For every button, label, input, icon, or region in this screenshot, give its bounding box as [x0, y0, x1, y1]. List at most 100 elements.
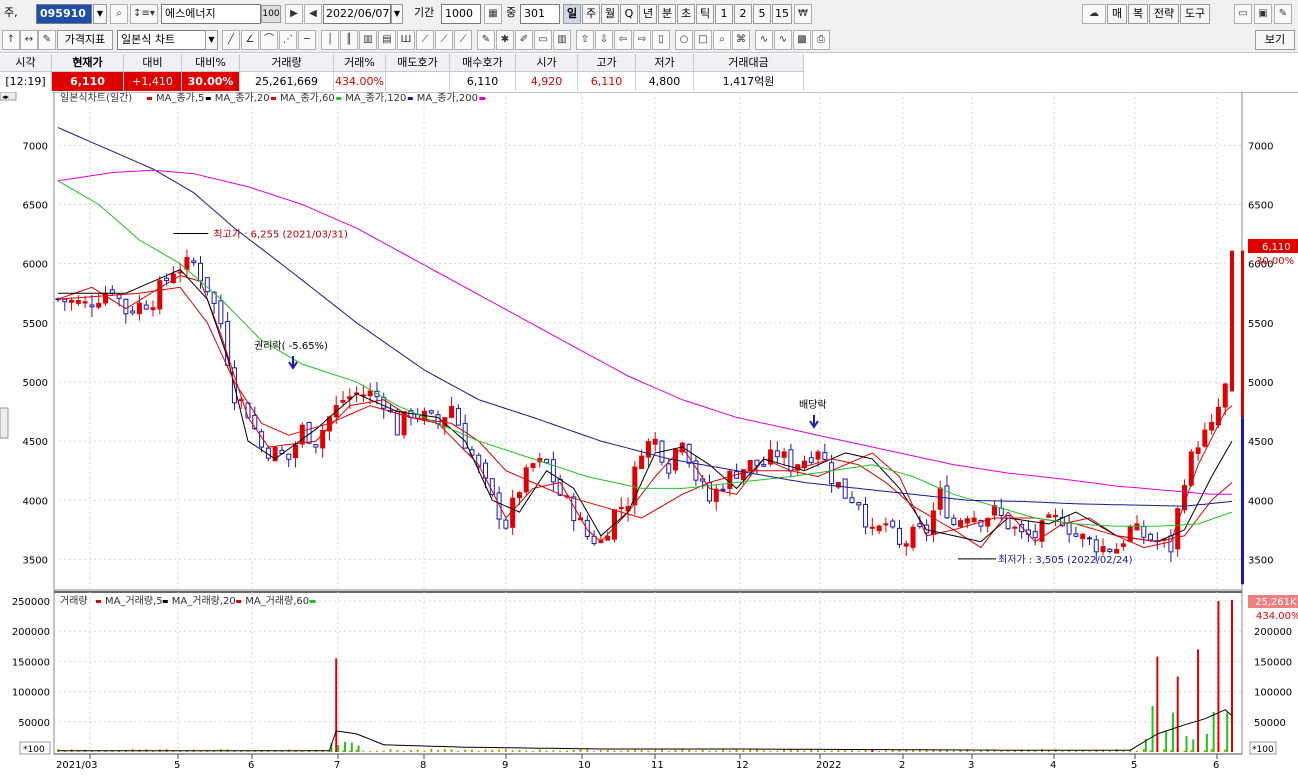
up-arrow-icon[interactable]: ⇧: [576, 30, 594, 50]
folder-icon[interactable]: ▭: [1234, 4, 1252, 24]
crosshair-icon[interactable]: ⌘: [732, 30, 750, 50]
grid-icon[interactable]: ▦: [484, 4, 502, 24]
down-arrow-icon[interactable]: ⇩: [595, 30, 613, 50]
trend2-icon[interactable]: ⟋: [435, 30, 453, 50]
candle-body: [829, 462, 835, 485]
quote-value-0: [12:19]: [0, 72, 52, 91]
period-tab-0[interactable]: 일: [563, 4, 581, 24]
dividend-annotation: 배당락: [799, 399, 827, 411]
volume-bar: [369, 751, 372, 752]
dbl-vline-icon[interactable]: ║: [340, 30, 358, 50]
zoom-icon[interactable]: ⌕: [713, 30, 731, 50]
x-label-5: 9: [502, 760, 508, 771]
angle-icon[interactable]: ∠: [241, 30, 259, 50]
right-arrow-icon[interactable]: ⇨: [633, 30, 651, 50]
stock-name-field[interactable]: 에스에너지: [161, 4, 261, 24]
quote-value-8: 4,920: [516, 72, 578, 91]
period-tab-5[interactable]: 분: [658, 4, 676, 24]
right-button-0[interactable]: 매: [1107, 4, 1127, 24]
volume-bar: [817, 750, 820, 752]
period-tab-7[interactable]: 틱: [696, 4, 714, 24]
volume-tick-left-0: 50000: [18, 718, 50, 729]
chart-type-select[interactable]: 일본식 차트: [117, 30, 207, 50]
vline-icon[interactable]: │: [321, 30, 339, 50]
fib-h-icon[interactable]: ▤: [378, 30, 396, 50]
period-tab-4[interactable]: 년: [639, 4, 657, 24]
wave2-icon[interactable]: ∿: [774, 30, 792, 50]
period-tab-10[interactable]: 5: [753, 4, 771, 24]
period-tab-9[interactable]: 2: [734, 4, 752, 24]
date-field[interactable]: 2022/06/07: [323, 4, 391, 24]
price-tick-right-4: 5500: [1248, 319, 1273, 330]
fib-v-icon[interactable]: ▥: [359, 30, 377, 50]
wave-icon[interactable]: ∿: [755, 30, 773, 50]
pencil-icon[interactable]: ✎: [477, 30, 495, 50]
arc-icon[interactable]: ⌒: [260, 30, 278, 50]
x-label-0: 2021/03: [56, 760, 98, 771]
count-input[interactable]: 301: [520, 4, 560, 24]
expand-icon[interactable]: ↔: [20, 30, 38, 50]
cycle-icon[interactable]: ▥: [553, 30, 571, 50]
cloud-icon[interactable]: ☁: [1082, 4, 1106, 24]
won-icon[interactable]: ₩: [794, 4, 812, 24]
x-label-9: 2022: [816, 760, 841, 771]
save-icon[interactable]: ▣: [1254, 4, 1272, 24]
indicator-button[interactable]: 가격지표: [57, 30, 113, 50]
volume-bar: [1034, 750, 1037, 752]
box-icon[interactable]: ▭: [534, 30, 552, 50]
fan-icon[interactable]: ⋰: [279, 30, 297, 50]
period-input[interactable]: 1000: [441, 4, 481, 24]
print-icon[interactable]: ⎙: [812, 30, 830, 50]
trend-icon[interactable]: ⟋: [416, 30, 434, 50]
candle-body: [1209, 422, 1215, 431]
volume-bar-green-2: [1165, 730, 1168, 752]
code-dropdown-button[interactable]: ▼: [93, 4, 107, 24]
period-tab-8[interactable]: 1: [715, 4, 733, 24]
trend3-icon[interactable]: ⟋: [454, 30, 472, 50]
text-icon[interactable]: ▯: [652, 30, 670, 50]
view-button[interactable]: 보기: [1255, 30, 1295, 50]
volume-bar: [952, 750, 955, 752]
candle-body: [1141, 526, 1147, 538]
volume-unit-left: *100: [23, 745, 45, 755]
right-button-3[interactable]: 도구: [1180, 4, 1210, 24]
rect-icon[interactable]: □: [694, 30, 712, 50]
stock-chart[interactable]: ◂▸3500 35004000 40004500 45005000 50005500 55…: [0, 92, 1298, 778]
left-arrow-icon[interactable]: ⇦: [614, 30, 632, 50]
up-arrow-icon[interactable]: ↑: [2, 30, 20, 50]
candle-body: [856, 502, 862, 506]
right-button-2[interactable]: 전략: [1149, 4, 1179, 24]
edit-icon[interactable]: ✎: [38, 30, 56, 50]
gann-icon[interactable]: Ш: [397, 30, 415, 50]
right-button-1[interactable]: 복: [1128, 4, 1148, 24]
period-tab-6[interactable]: 초: [677, 4, 695, 24]
candle-body: [1127, 526, 1133, 542]
chart-type-dropdown[interactable]: ▼: [205, 30, 218, 50]
stock-code-input[interactable]: 095910: [36, 4, 92, 24]
candle-body: [191, 260, 197, 264]
search-icon[interactable]: ⌕: [110, 4, 128, 24]
period-tab-2[interactable]: 월: [601, 4, 619, 24]
high-annotation: 최고가 : 6,255 (2021/03/31): [213, 228, 348, 240]
quote-value-1: 6,110: [52, 72, 124, 91]
volume-bar: [830, 750, 833, 752]
candle-body: [720, 488, 726, 491]
volume-bar: [382, 750, 385, 752]
wrench-icon[interactable]: ✎: [1274, 4, 1292, 24]
period-tab-11[interactable]: 15: [772, 4, 792, 24]
volume-bar-green-1: [1151, 705, 1154, 752]
period-tab-3[interactable]: Q: [620, 4, 638, 24]
line-icon[interactable]: ╱: [222, 30, 240, 50]
legend-swatch-2: [271, 97, 276, 100]
hline-icon[interactable]: ─: [298, 30, 316, 50]
period-tab-1[interactable]: 주: [582, 4, 600, 24]
sort-icon[interactable]: ↕≡▾: [130, 4, 158, 24]
grid-icon[interactable]: ▩: [793, 30, 811, 50]
play-back-icon[interactable]: ◀: [304, 4, 322, 24]
volume-bar-green2-1: [337, 745, 340, 752]
circle-icon[interactable]: ○: [675, 30, 693, 50]
star-icon[interactable]: ✱: [496, 30, 514, 50]
date-dropdown-button[interactable]: ▼: [391, 4, 403, 24]
marker-icon[interactable]: ✐: [515, 30, 533, 50]
play-forward-icon[interactable]: ▶: [285, 4, 303, 24]
